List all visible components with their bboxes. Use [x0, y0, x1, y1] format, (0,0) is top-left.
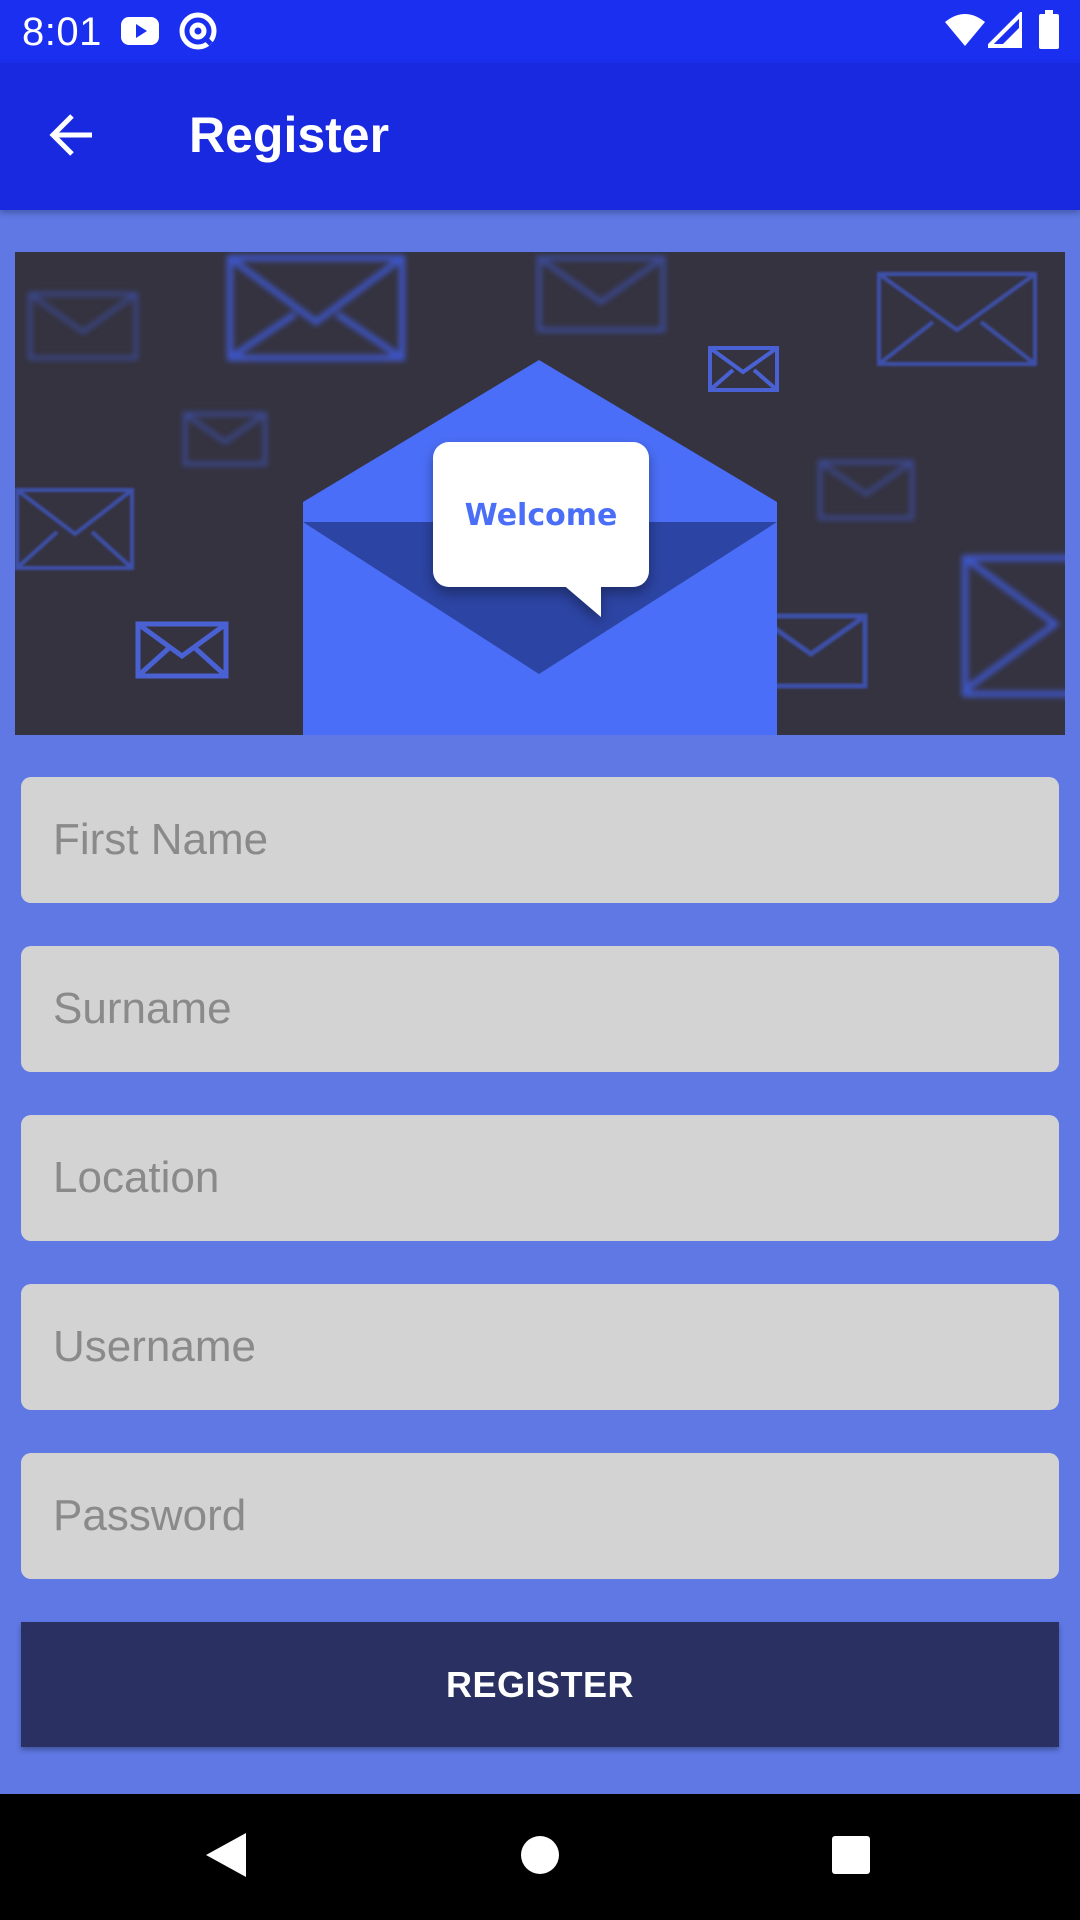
- battery-icon: [1038, 10, 1060, 55]
- background-envelope-icon: [227, 255, 405, 361]
- surname-field[interactable]: [21, 946, 1059, 1072]
- location-field[interactable]: [21, 1115, 1059, 1241]
- nav-home-button[interactable]: [500, 1824, 580, 1890]
- status-bar: 8:01: [0, 0, 1080, 63]
- nav-recents-button[interactable]: [811, 1824, 891, 1890]
- cell-signal-icon: [987, 12, 1023, 53]
- recents-square-icon: [831, 1835, 871, 1880]
- home-circle-icon: [519, 1834, 561, 1881]
- at-sign-icon: [178, 11, 218, 56]
- back-button[interactable]: [34, 99, 110, 175]
- location-input[interactable]: [21, 1115, 1059, 1241]
- background-envelope-icon: [28, 292, 138, 360]
- background-envelope-icon: [15, 488, 134, 570]
- username-input[interactable]: [21, 1284, 1059, 1410]
- background-envelope-icon: [962, 555, 1065, 697]
- page-title: Register: [189, 107, 390, 163]
- status-time: 8:01: [22, 10, 102, 54]
- envelope-illustration: Welcome: [15, 255, 1065, 735]
- wifi-icon: [944, 12, 986, 53]
- username-field[interactable]: [21, 1284, 1059, 1410]
- background-envelope-icon: [135, 621, 229, 679]
- nav-back-button[interactable]: [186, 1824, 266, 1890]
- password-input[interactable]: [21, 1453, 1059, 1579]
- register-button[interactable]: REGISTER: [21, 1622, 1059, 1747]
- welcome-banner: Welcome: [15, 252, 1065, 735]
- background-envelope-icon: [818, 460, 914, 520]
- youtube-icon: [120, 12, 160, 55]
- back-triangle-icon: [204, 1831, 248, 1884]
- password-field[interactable]: [21, 1453, 1059, 1579]
- background-envelope-icon: [708, 346, 779, 392]
- background-envelope-icon: [877, 272, 1037, 366]
- welcome-text: Welcome: [465, 498, 618, 533]
- arrow-left-icon: [48, 113, 96, 162]
- surname-input[interactable]: [21, 946, 1059, 1072]
- background-envelope-icon: [183, 412, 267, 466]
- app-bar: Register: [0, 63, 1080, 210]
- system-nav-bar: [0, 1794, 1080, 1920]
- background-envelope-icon: [536, 255, 666, 333]
- first-name-field[interactable]: [21, 777, 1059, 903]
- register-screen: 8:01 Register Welcome First Name Surname…: [0, 0, 1080, 1920]
- first-name-input[interactable]: [21, 777, 1059, 903]
